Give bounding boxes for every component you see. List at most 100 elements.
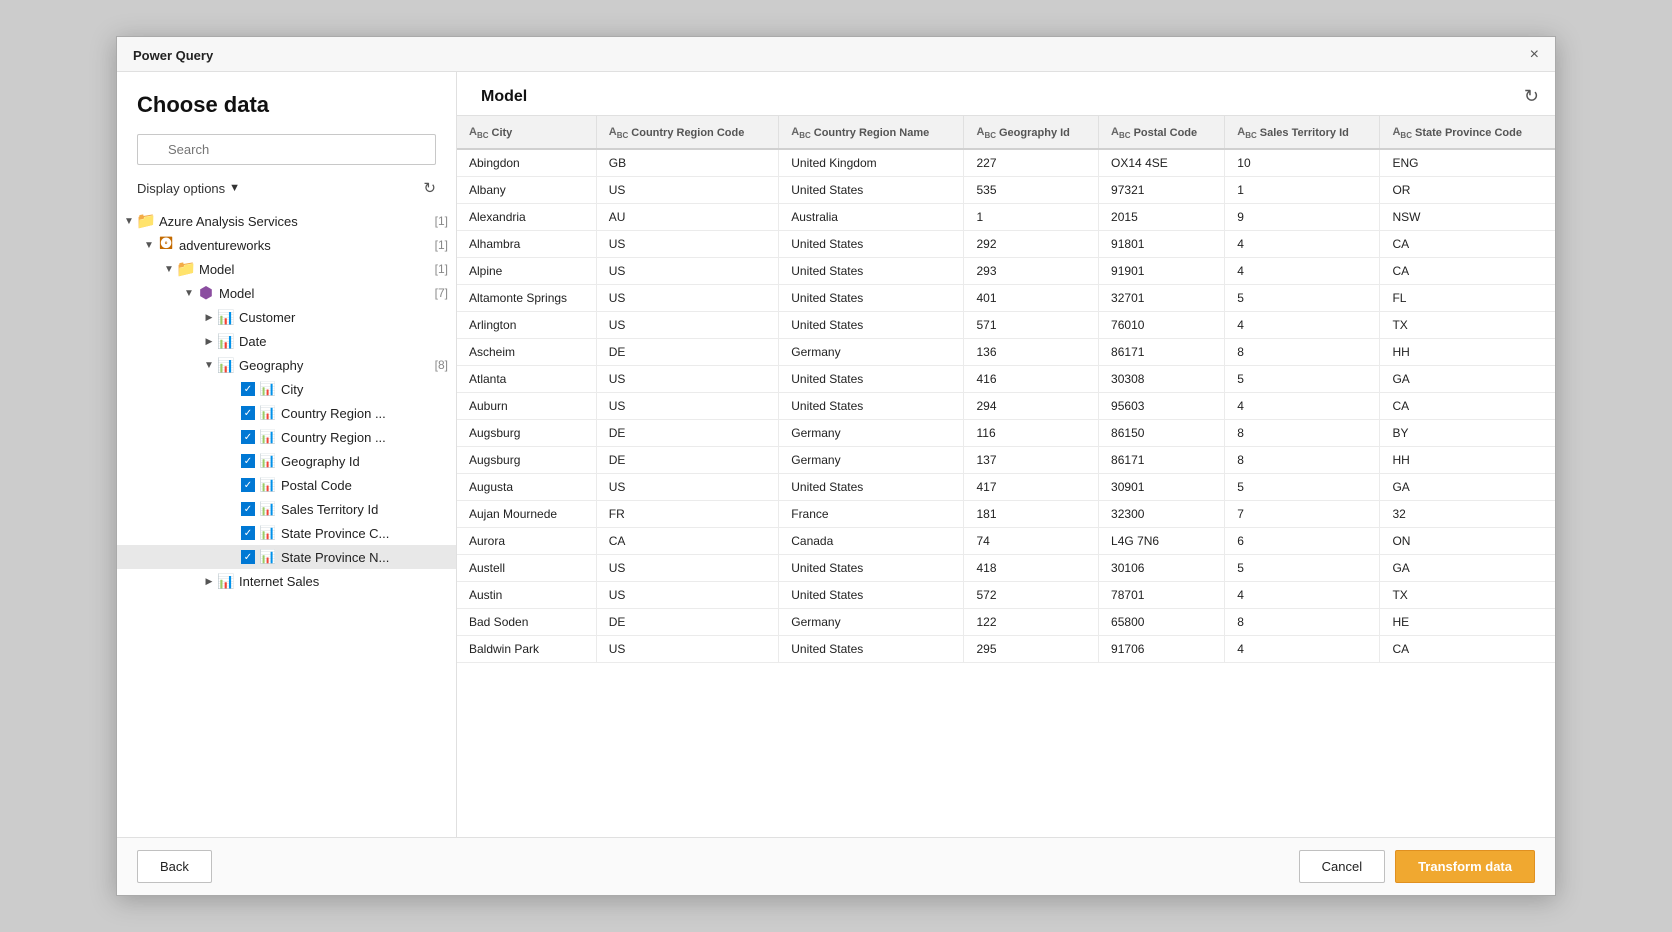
table-cell: DE (596, 420, 778, 447)
col-header-country-region-code[interactable]: ABC Country Region Code (596, 116, 778, 149)
tree-item-geography[interactable]: ▼ 📊 Geography [8] (117, 353, 456, 377)
col-header-city[interactable]: ABC City (457, 116, 596, 149)
col-header-state-province-code[interactable]: ABC State Province Code (1380, 116, 1555, 149)
tree-item-sales-territory-id[interactable]: ✓ 📊 Sales Territory Id (117, 497, 456, 521)
table-cell: CA (1380, 393, 1555, 420)
data-table-container[interactable]: ABC City ABC Country Region Code ABC Cou… (457, 115, 1555, 837)
display-options-button[interactable]: Display options ▼ (137, 181, 240, 196)
table-cell: DE (596, 339, 778, 366)
tree-item-geography-id[interactable]: ✓ 📊 Geography Id (117, 449, 456, 473)
tree-item-model-inner[interactable]: ▼ ⬢ Model [7] (117, 281, 456, 305)
checkbox-crc[interactable]: ✓ (241, 406, 255, 420)
data-table: ABC City ABC Country Region Code ABC Cou… (457, 116, 1555, 663)
checkbox-postal[interactable]: ✓ (241, 478, 255, 492)
table-cell: Ascheim (457, 339, 596, 366)
model-refresh-button[interactable]: ↻ (1524, 86, 1539, 107)
checkbox-spc[interactable]: ✓ (241, 526, 255, 540)
folder-icon-model-outer: 📁 (177, 260, 195, 278)
checkbox-crn[interactable]: ✓ (241, 430, 255, 444)
table-cell: US (596, 393, 778, 420)
tree-label-model-outer: Model (199, 262, 429, 277)
tree-label-postal: Postal Code (281, 478, 448, 493)
toggle-city (225, 381, 241, 397)
col-icon-postal: 📊 (259, 476, 277, 494)
checkbox-spn[interactable]: ✓ (241, 550, 255, 564)
table-cell: 32300 (1099, 501, 1225, 528)
col-header-country-region-name[interactable]: ABC Country Region Name (779, 116, 964, 149)
table-cell: Augsburg (457, 420, 596, 447)
tree-item-country-region-code[interactable]: ✓ 📊 Country Region ... (117, 401, 456, 425)
tree-count-adventureworks: [1] (435, 238, 448, 252)
right-panel: Model ↻ ABC City ABC Country Region Code (457, 72, 1555, 837)
table-cell: NSW (1380, 204, 1555, 231)
table-cell: US (596, 177, 778, 204)
table-row: Baldwin ParkUSUnited States295917064CA (457, 636, 1555, 663)
table-cell: 9 (1225, 204, 1380, 231)
checkbox-stid[interactable]: ✓ (241, 502, 255, 516)
col-icon-stid: 📊 (259, 500, 277, 518)
table-row: Bad SodenDEGermany122658008HE (457, 609, 1555, 636)
dialog-title: Power Query (133, 48, 213, 63)
table-cell: 571 (964, 312, 1099, 339)
tree-refresh-button[interactable]: ↻ (423, 179, 436, 197)
tree-item-date[interactable]: ▶ 📊 Date (117, 329, 456, 353)
tree-item-azure[interactable]: ▼ 📁 Azure Analysis Services [1] (117, 209, 456, 233)
tree-label-geoid: Geography Id (281, 454, 448, 469)
tree-item-customer[interactable]: ▶ 📊 Customer (117, 305, 456, 329)
table-row: AugsburgDEGermany137861718HH (457, 447, 1555, 474)
table-cell: Altamonte Springs (457, 285, 596, 312)
table-cell: Aujan Mournede (457, 501, 596, 528)
table-cell: Germany (779, 447, 964, 474)
tree-item-adventureworks[interactable]: ▼ 🖸 adventureworks [1] (117, 233, 456, 257)
col-header-geography-id[interactable]: ABC Geography Id (964, 116, 1099, 149)
col-header-postal-code[interactable]: ABC Postal Code (1099, 116, 1225, 149)
table-cell: 4 (1225, 258, 1380, 285)
table-row: AugsburgDEGermany116861508BY (457, 420, 1555, 447)
table-cell: Australia (779, 204, 964, 231)
footer-right: Cancel Transform data (1299, 850, 1535, 883)
tree-item-country-region-name[interactable]: ✓ 📊 Country Region ... (117, 425, 456, 449)
tree-item-postal-code[interactable]: ✓ 📊 Postal Code (117, 473, 456, 497)
toggle-spc (225, 525, 241, 541)
table-cell: 5 (1225, 555, 1380, 582)
transform-data-button[interactable]: Transform data (1395, 850, 1535, 883)
table-cell: US (596, 555, 778, 582)
checkbox-city[interactable]: ✓ (241, 382, 255, 396)
col-header-sales-territory-id[interactable]: ABC Sales Territory Id (1225, 116, 1380, 149)
table-row: AustinUSUnited States572787014TX (457, 582, 1555, 609)
table-cell: US (596, 366, 778, 393)
tree-item-model-outer[interactable]: ▼ 📁 Model [1] (117, 257, 456, 281)
toggle-crn (225, 429, 241, 445)
table-icon-date: 📊 (217, 332, 235, 350)
table-cell: United States (779, 582, 964, 609)
table-body: AbingdonGBUnited Kingdom227OX14 4SE10ENG… (457, 149, 1555, 663)
close-button[interactable]: × (1530, 47, 1539, 63)
table-cell: GB (596, 149, 778, 177)
tree-container: ▼ 📁 Azure Analysis Services [1] ▼ 🖸 adve… (117, 205, 456, 837)
type-icon-spc: ABC (1392, 126, 1412, 140)
table-cell: GA (1380, 474, 1555, 501)
table-row: AbingdonGBUnited Kingdom227OX14 4SE10ENG (457, 149, 1555, 177)
tree-item-city[interactable]: ✓ 📊 City (117, 377, 456, 401)
back-button[interactable]: Back (137, 850, 212, 883)
table-cell: 136 (964, 339, 1099, 366)
tree-item-state-province-n[interactable]: ✓ 📊 State Province N... (117, 545, 456, 569)
tree-item-state-province-c[interactable]: ✓ 📊 State Province C... (117, 521, 456, 545)
table-cell: 97321 (1099, 177, 1225, 204)
tree-item-internet-sales[interactable]: ▶ 📊 Internet Sales (117, 569, 456, 593)
table-cell: United States (779, 393, 964, 420)
table-row: AtlantaUSUnited States416303085GA (457, 366, 1555, 393)
search-input[interactable] (137, 134, 436, 165)
toggle-internet-sales: ▶ (201, 573, 217, 589)
main-content: Choose data 🔍 Display options ▼ ↻ ▼ 📁 (117, 72, 1555, 837)
table-cell: 572 (964, 582, 1099, 609)
table-cell: 4 (1225, 393, 1380, 420)
table-cell: Alpine (457, 258, 596, 285)
type-icon-crc: ABC (609, 126, 629, 140)
checkbox-geoid[interactable]: ✓ (241, 454, 255, 468)
tree-label-geography: Geography (239, 358, 429, 373)
col-icon-city: 📊 (259, 380, 277, 398)
table-cell: 91706 (1099, 636, 1225, 663)
cancel-button[interactable]: Cancel (1299, 850, 1385, 883)
table-icon-customer: 📊 (217, 308, 235, 326)
